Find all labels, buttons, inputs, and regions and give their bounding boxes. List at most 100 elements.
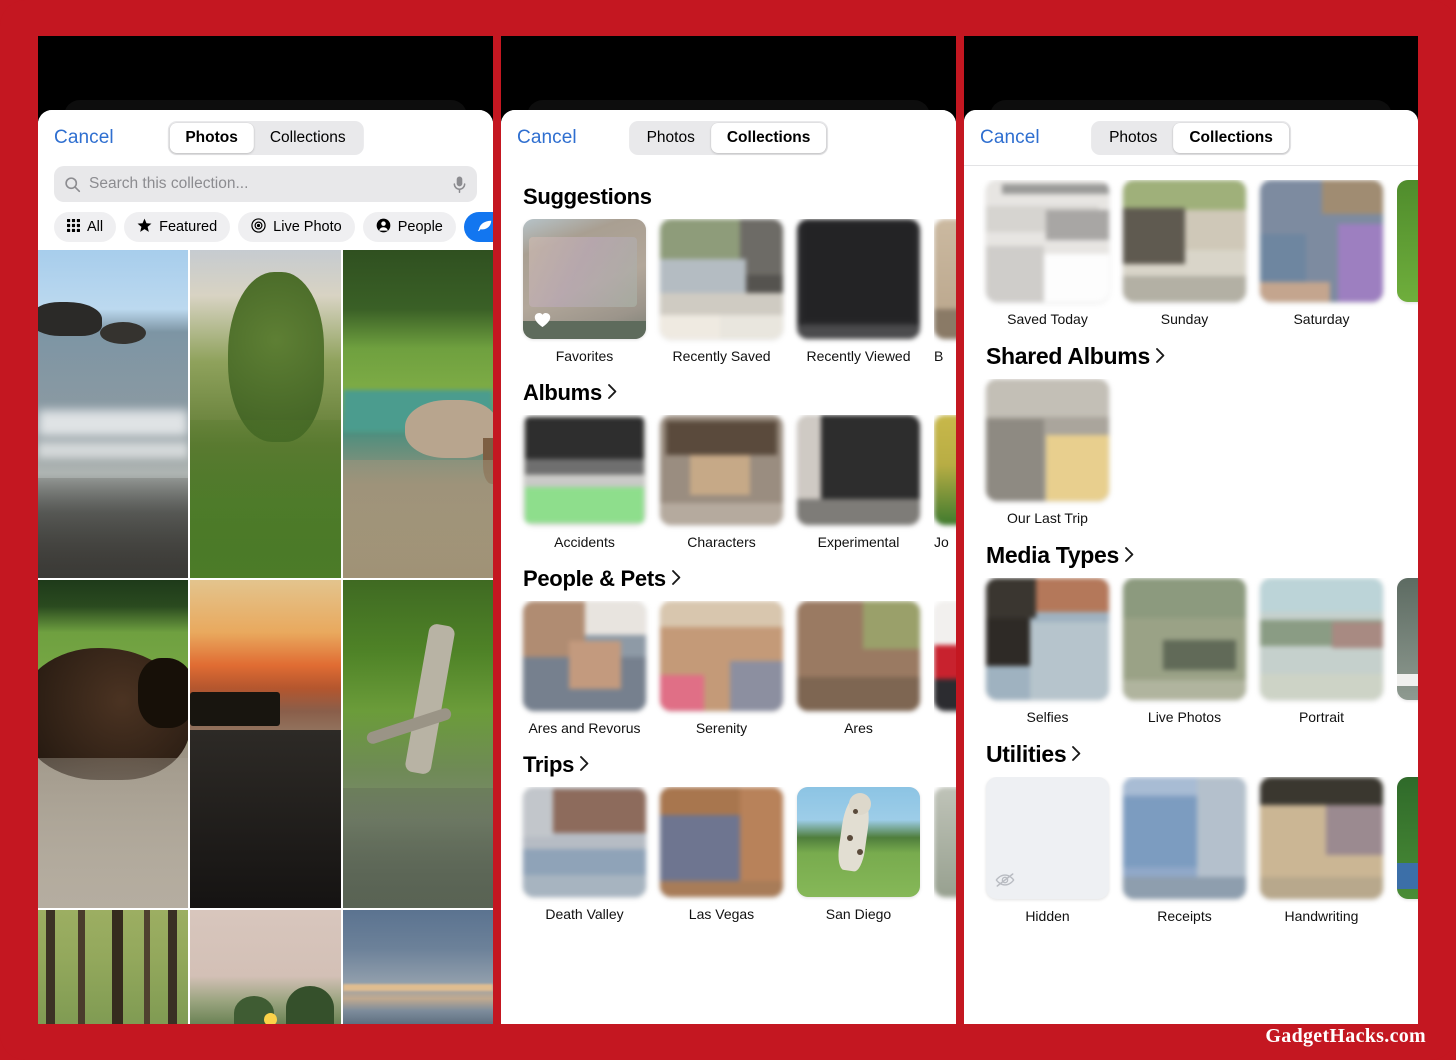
collection-tile-live-photos[interactable]: Live Photos [1123,578,1246,725]
thumbnail [934,219,956,339]
photo-lake-shore-waves[interactable] [38,250,189,578]
collection-tile-ares[interactable]: Ares [797,601,920,736]
chip-featured[interactable]: Featured [124,212,231,242]
collection-tile-saturday[interactable]: Saturday [1260,180,1383,327]
tile-label: Characters [687,534,756,550]
collection-tile-characters[interactable]: Characters [660,415,783,550]
collection-tile-death-valley[interactable]: Death Valley [523,787,646,922]
tab-collections[interactable]: Collections [254,123,362,153]
filter-chip-row[interactable]: All Featured Live Photo People [38,212,493,250]
cancel-button[interactable]: Cancel [54,127,114,149]
section-title: Shared Albums [986,343,1150,369]
collection-tile-receipts[interactable]: Receipts [1123,777,1246,924]
collection-tile-partial[interactable] [934,787,956,922]
segmented-control[interactable]: Photos Collections [628,121,829,155]
chip-all[interactable]: All [54,212,117,242]
tile-label: Death Valley [545,906,624,922]
collection-tile-selfies[interactable]: Selfies [986,578,1109,725]
section-header-media-types[interactable]: Media Types [964,530,1418,578]
section-row-recent-days[interactable]: Saved Today Sunday Saturday [964,180,1418,331]
tile-label: Live Photos [1147,709,1222,725]
section-row-shared-albums[interactable]: Our Last Trip [964,379,1418,530]
photo-bison-on-gravel[interactable] [38,580,189,908]
collection-tile-favorites[interactable]: Favorites [523,219,646,364]
tile-label: Recently Saved [672,348,771,364]
photo-cloudy-lake-horizon[interactable] [342,910,493,1024]
microphone-icon[interactable] [452,175,467,194]
section-row-media-types[interactable]: Selfies Live Photos Portrait [964,578,1418,729]
segmented-control[interactable]: Photos Collections [167,121,364,155]
collection-tile-experimental[interactable]: Experimental [797,415,920,550]
search-input[interactable]: Search this collection... [89,175,444,193]
tab-photos[interactable]: Photos [631,123,711,153]
collection-tile-partial[interactable] [1397,578,1418,725]
collection-tile-portrait[interactable]: Portrait [1260,578,1383,725]
chip-label: People [397,219,443,235]
chevron-right-icon [1155,343,1166,370]
collections-scroll[interactable]: Saved Today Sunday Saturday Shared Album… [964,166,1418,1024]
tab-collections[interactable]: Collections [1173,122,1289,153]
photo-green-bush-field[interactable] [190,250,341,578]
collection-tile-handwriting[interactable]: Handwriting [1260,777,1383,924]
section-header-trips[interactable]: Trips [501,740,956,787]
cancel-button[interactable]: Cancel [980,127,1040,149]
photo-sunrise-treeline[interactable] [190,910,341,1024]
collection-tile-ares-and-revorus[interactable]: Ares and Revorus [523,601,646,736]
tile-label: Accidents [554,534,615,550]
thumbnail [797,219,920,339]
section-row-people-pets[interactable]: Ares and Revorus Serenity Ares [501,601,956,740]
photo-sunset-over-lake[interactable] [190,580,341,908]
collection-tile-partial[interactable] [1397,180,1418,327]
section-header-people-pets[interactable]: People & Pets [501,554,956,601]
cancel-button[interactable]: Cancel [517,127,577,149]
collection-tile-accidents[interactable]: Accidents [523,415,646,550]
thumbnail [1397,180,1418,302]
collection-tile-partial[interactable]: Jo [934,415,956,550]
chip-people[interactable]: People [362,212,456,242]
thumbnail [660,415,783,525]
photo-grid[interactable] [38,250,493,1024]
section-row-trips[interactable]: Death Valley Las Vegas San Diego [501,787,956,926]
search-bar[interactable]: Search this collection... [54,166,477,202]
navigation-bar: Cancel Photos Collections [501,110,956,166]
collection-tile-las-vegas[interactable]: Las Vegas [660,787,783,922]
collection-tile-our-last-trip[interactable]: Our Last Trip [986,379,1109,526]
thumbnail [797,415,920,525]
chip-live-photo[interactable]: Live Photo [238,212,355,242]
leaf-icon [477,217,493,237]
photo-forest-trees[interactable] [38,910,189,1024]
section-row-utilities[interactable]: Hidden Receipts Handwriting [964,777,1418,928]
collection-tile-partial[interactable] [934,601,956,736]
section-row-suggestions[interactable]: Favorites Recently Saved Recently Viewed… [501,219,956,368]
screenshot-panels: Cancel Photos Collections Search this co… [38,36,1418,1024]
collection-tile-recently-saved[interactable]: Recently Saved [660,219,783,364]
collection-tile-serenity[interactable]: Serenity [660,601,783,736]
segmented-control[interactable]: Photos Collections [1091,120,1291,155]
section-header-utilities[interactable]: Utilities [964,729,1418,777]
section-header-shared-albums[interactable]: Shared Albums [964,331,1418,379]
collection-tile-recently-viewed[interactable]: Recently Viewed [797,219,920,364]
tile-label: Handwriting [1284,908,1359,924]
collection-tile-san-diego[interactable]: San Diego [797,787,920,922]
collection-tile-partial[interactable] [1397,777,1418,924]
hidden-eye-icon [994,869,1016,891]
collections-scroll[interactable]: Suggestions Favorites Recently Saved Rec… [501,166,956,1024]
collection-tile-saved-today[interactable]: Saved Today [986,180,1109,327]
heart-icon [531,309,553,331]
person-icon [376,218,391,237]
tile-label: Ares and Revorus [528,720,641,736]
section-row-albums[interactable]: Accidents Characters Experimental Jo [501,415,956,554]
tab-photos[interactable]: Photos [169,123,254,153]
tab-collections[interactable]: Collections [710,123,827,153]
photo-fallen-log-creek[interactable] [342,580,493,908]
collection-tile-hidden[interactable]: Hidden [986,777,1109,924]
chip-nature[interactable]: Nat [463,212,493,242]
tab-photos[interactable]: Photos [1093,123,1173,153]
photo-donkey-at-pond[interactable] [342,250,493,578]
collection-tile-partial[interactable]: B [934,219,956,364]
search-icon [65,176,81,192]
thumbnail [1260,777,1383,899]
tile-label: Ares [844,720,873,736]
section-header-albums[interactable]: Albums [501,368,956,415]
collection-tile-sunday[interactable]: Sunday [1123,180,1246,327]
